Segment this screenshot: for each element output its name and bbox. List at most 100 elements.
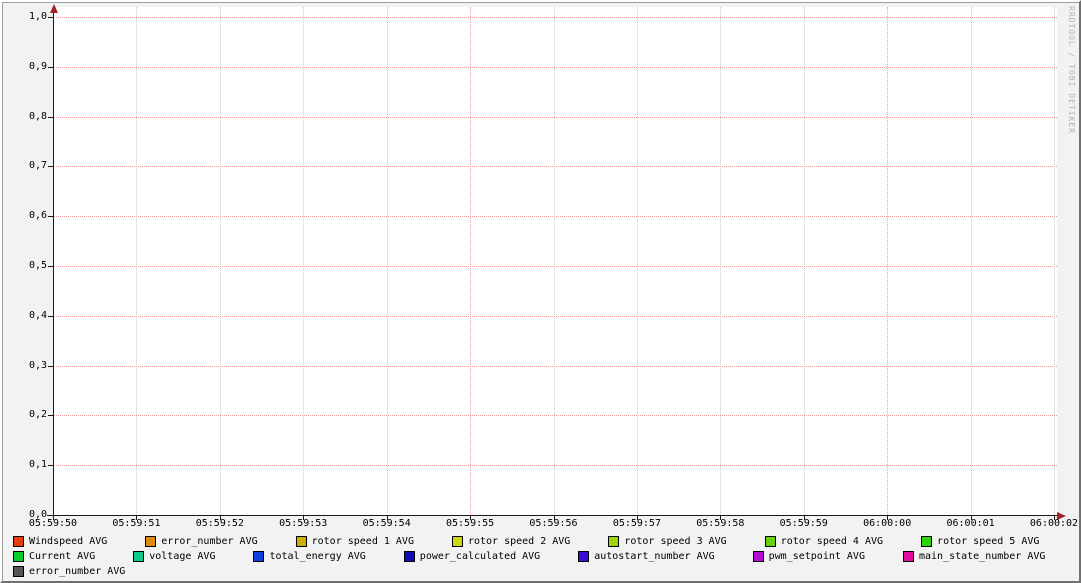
legend-row: error_number AVG xyxy=(13,564,1077,579)
v-gridline xyxy=(971,7,972,515)
legend-swatch-icon xyxy=(921,536,932,547)
y-axis-label: 0,5 xyxy=(2,260,47,272)
legend-label: rotor speed 3 AVG xyxy=(624,536,726,547)
legend-swatch-icon xyxy=(13,536,24,547)
legend: Windspeed AVG error_number AVG rotor speed… xyxy=(13,534,1077,579)
y-axis-label: 0,2 xyxy=(2,409,47,421)
h-gridline xyxy=(53,216,1057,217)
x-axis-label: 05:59:50 xyxy=(21,518,85,530)
legend-swatch-icon xyxy=(608,536,619,547)
legend-swatch-icon xyxy=(133,551,144,562)
y-axis-arrow-icon xyxy=(50,4,58,13)
x-axis-label: 05:59:54 xyxy=(355,518,419,530)
legend-swatch-icon xyxy=(13,566,24,577)
legend-item: rotor speed 4 AVG xyxy=(765,536,883,547)
legend-item: Current AVG xyxy=(13,551,95,562)
plot-area xyxy=(53,7,1057,515)
legend-label: pwm_setpoint AVG xyxy=(769,551,865,562)
legend-item: rotor speed 3 AVG xyxy=(608,536,726,547)
y-axis-label: 0,4 xyxy=(2,310,47,322)
legend-item: rotor speed 2 AVG xyxy=(452,536,570,547)
legend-label: rotor speed 1 AVG xyxy=(312,536,414,547)
h-gridline xyxy=(53,266,1057,267)
legend-item: pwm_setpoint AVG xyxy=(753,551,865,562)
v-gridline xyxy=(1054,7,1055,515)
legend-swatch-icon xyxy=(13,551,24,562)
legend-item: voltage AVG xyxy=(133,551,215,562)
h-gridline xyxy=(53,17,1057,18)
legend-item: autostart_number AVG xyxy=(578,551,714,562)
legend-item: error_number AVG xyxy=(145,536,257,547)
x-axis-label: 06:00:01 xyxy=(939,518,1003,530)
h-gridline xyxy=(53,366,1057,367)
legend-item: rotor speed 5 AVG xyxy=(921,536,1039,547)
legend-label: error_number AVG xyxy=(161,536,257,547)
legend-item: Windspeed AVG xyxy=(13,536,107,547)
rrdtool-watermark: RRDTOOL / TOBI OETIKER xyxy=(1067,6,1076,134)
y-axis-label: 0,6 xyxy=(2,210,47,222)
legend-row: Current AVG voltage AVG total_energy AVG po… xyxy=(13,549,1077,564)
legend-label: Windspeed AVG xyxy=(29,536,107,547)
legend-label: rotor speed 5 AVG xyxy=(937,536,1039,547)
x-axis-label: 06:00:02 xyxy=(1022,518,1081,530)
h-gridline xyxy=(53,465,1057,466)
h-gridline xyxy=(53,166,1057,167)
legend-label: main_state_number AVG xyxy=(919,551,1045,562)
h-gridline xyxy=(53,415,1057,416)
x-axis-label: 06:00:00 xyxy=(855,518,919,530)
h-gridline xyxy=(53,117,1057,118)
y-axis-label: 0,9 xyxy=(2,61,47,73)
v-gridline xyxy=(804,7,805,515)
x-axis-label: 05:59:53 xyxy=(271,518,335,530)
v-gridline xyxy=(887,7,888,515)
h-gridline xyxy=(53,67,1057,68)
v-gridline xyxy=(554,7,555,515)
x-axis-label: 05:59:51 xyxy=(104,518,168,530)
v-gridline xyxy=(387,7,388,515)
legend-label: power_calculated AVG xyxy=(420,551,540,562)
rrdtool-graph: 1,00,90,80,70,60,50,40,30,20,10,005:59:5… xyxy=(0,0,1081,583)
legend-label: rotor speed 4 AVG xyxy=(781,536,883,547)
y-axis-label: 0,8 xyxy=(2,111,47,123)
y-axis-label: 0,3 xyxy=(2,360,47,372)
x-axis-label: 05:59:57 xyxy=(605,518,669,530)
legend-item: total_energy AVG xyxy=(253,551,365,562)
legend-swatch-icon xyxy=(404,551,415,562)
y-axis-label: 1,0 xyxy=(2,11,47,23)
y-axis-label: 0,1 xyxy=(2,459,47,471)
legend-label: error_number AVG xyxy=(29,566,125,577)
legend-swatch-icon xyxy=(753,551,764,562)
legend-swatch-icon xyxy=(253,551,264,562)
legend-swatch-icon xyxy=(145,536,156,547)
h-gridline xyxy=(53,316,1057,317)
legend-label: Current AVG xyxy=(29,551,95,562)
x-axis-label: 05:59:56 xyxy=(522,518,586,530)
x-axis-label: 05:59:59 xyxy=(772,518,836,530)
legend-item: power_calculated AVG xyxy=(404,551,540,562)
x-axis-label: 05:59:52 xyxy=(188,518,252,530)
legend-swatch-icon xyxy=(903,551,914,562)
x-axis-label: 05:59:58 xyxy=(688,518,752,530)
v-gridline xyxy=(470,7,471,515)
legend-swatch-icon xyxy=(765,536,776,547)
legend-label: voltage AVG xyxy=(149,551,215,562)
legend-label: total_energy AVG xyxy=(269,551,365,562)
v-gridline xyxy=(136,7,137,515)
legend-label: autostart_number AVG xyxy=(594,551,714,562)
legend-row: Windspeed AVG error_number AVG rotor speed… xyxy=(13,534,1077,549)
legend-swatch-icon xyxy=(296,536,307,547)
legend-item: error_number AVG xyxy=(13,566,125,577)
v-gridline xyxy=(720,7,721,515)
y-axis-line xyxy=(53,11,54,516)
x-axis-label: 05:59:55 xyxy=(438,518,502,530)
legend-swatch-icon xyxy=(452,536,463,547)
v-gridline xyxy=(220,7,221,515)
y-axis-label: 0,7 xyxy=(2,160,47,172)
legend-item: rotor speed 1 AVG xyxy=(296,536,414,547)
v-gridline xyxy=(637,7,638,515)
legend-label: rotor speed 2 AVG xyxy=(468,536,570,547)
legend-item: main_state_number AVG xyxy=(903,551,1045,562)
v-gridline xyxy=(303,7,304,515)
legend-swatch-icon xyxy=(578,551,589,562)
x-axis-line xyxy=(47,515,1059,516)
